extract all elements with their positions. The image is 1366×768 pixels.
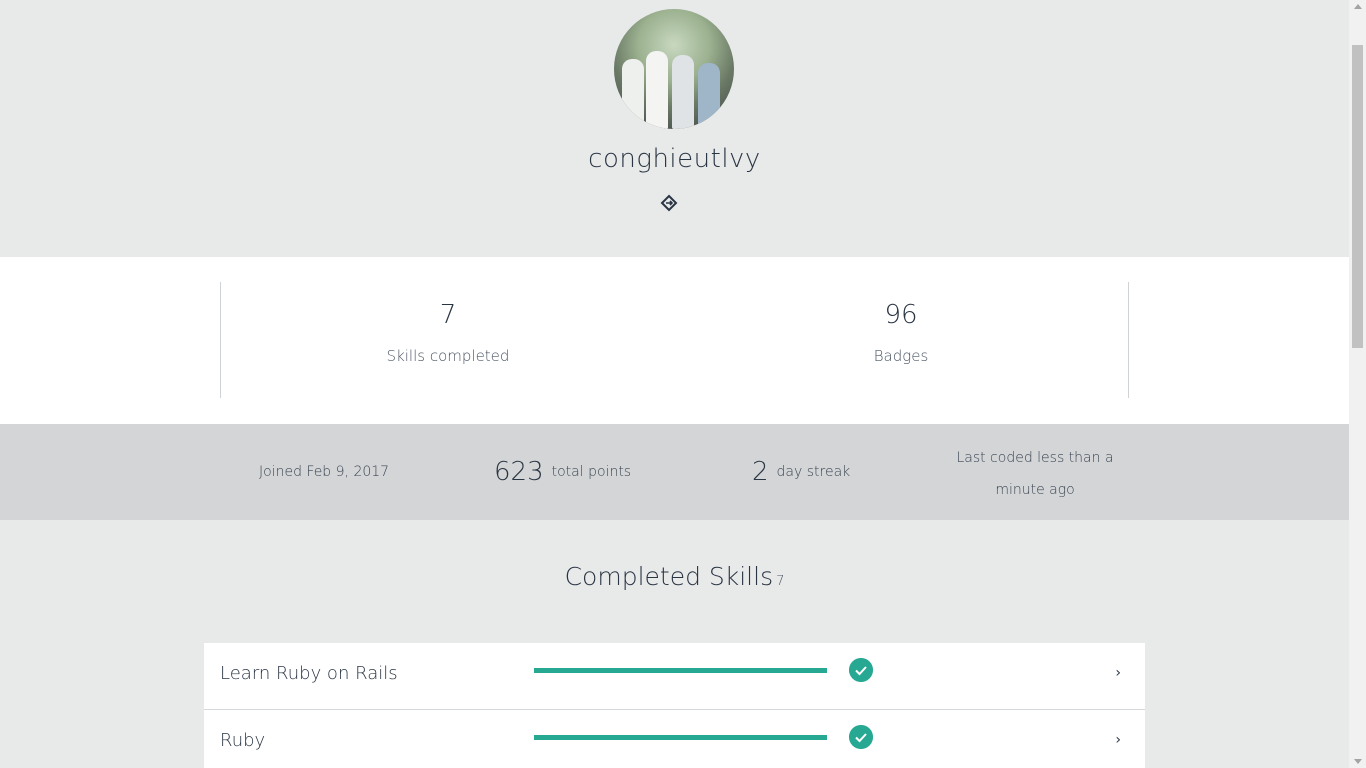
skill-progress-bar [534,668,827,673]
username: conghieutlvy [588,144,761,174]
scroll-down-arrow-icon[interactable] [1354,759,1362,764]
skill-progress-fill [534,735,827,740]
profile-header: conghieutlvy [0,0,1349,257]
share-icon[interactable] [660,194,678,212]
last-coded: Last coded less than a minute ago [956,450,1114,498]
info-bar: Joined Feb 9, 2017 623 total points 2 da… [0,424,1349,520]
stats-panel: 7 Skills completed 96 Badges [0,257,1349,424]
skill-row-learn-ruby-on-rails[interactable]: Learn Ruby on Rails › [204,643,1145,710]
check-icon [849,658,873,682]
profile-page: conghieutlvy 7 Skills completed 96 Badge… [0,0,1349,768]
stat-label: Skills completed [386,347,510,365]
skill-progress-bar [534,735,827,740]
points-value: 623 [494,457,544,487]
check-icon [849,725,873,749]
skills-title: Completed Skills [564,562,774,591]
chevron-right-icon[interactable]: › [1115,665,1121,681]
total-points: 623 total points [494,424,631,520]
skill-name: Ruby [220,730,266,751]
skill-progress-fill [534,668,827,673]
stat-value: 96 [884,300,918,330]
scroll-up-arrow-icon[interactable] [1354,4,1362,9]
completed-skills-heading: Completed Skills 7 [0,562,1349,591]
chevron-right-icon[interactable]: › [1115,732,1121,748]
skill-list: Learn Ruby on Rails › Ruby › [204,643,1145,768]
joined-date: Joined Feb 9, 2017 [259,464,390,480]
stat-badges: 96 Badges [751,297,1051,365]
skill-row-ruby[interactable]: Ruby › [204,710,1145,768]
divider [1128,282,1129,398]
skill-name: Learn Ruby on Rails [220,663,398,684]
vertical-scrollbar[interactable] [1349,0,1366,768]
points-label: total points [551,464,632,480]
stat-label: Badges [873,347,929,365]
streak-value: 2 [752,457,769,487]
skills-count: 7 [776,574,785,589]
streak-label: day streak [776,464,851,480]
divider [220,282,221,398]
stat-skills-completed: 7 Skills completed [298,297,598,365]
avatar [614,9,734,129]
day-streak: 2 day streak [752,424,850,520]
stat-value: 7 [439,300,457,330]
scrollbar-thumb[interactable] [1352,45,1363,348]
